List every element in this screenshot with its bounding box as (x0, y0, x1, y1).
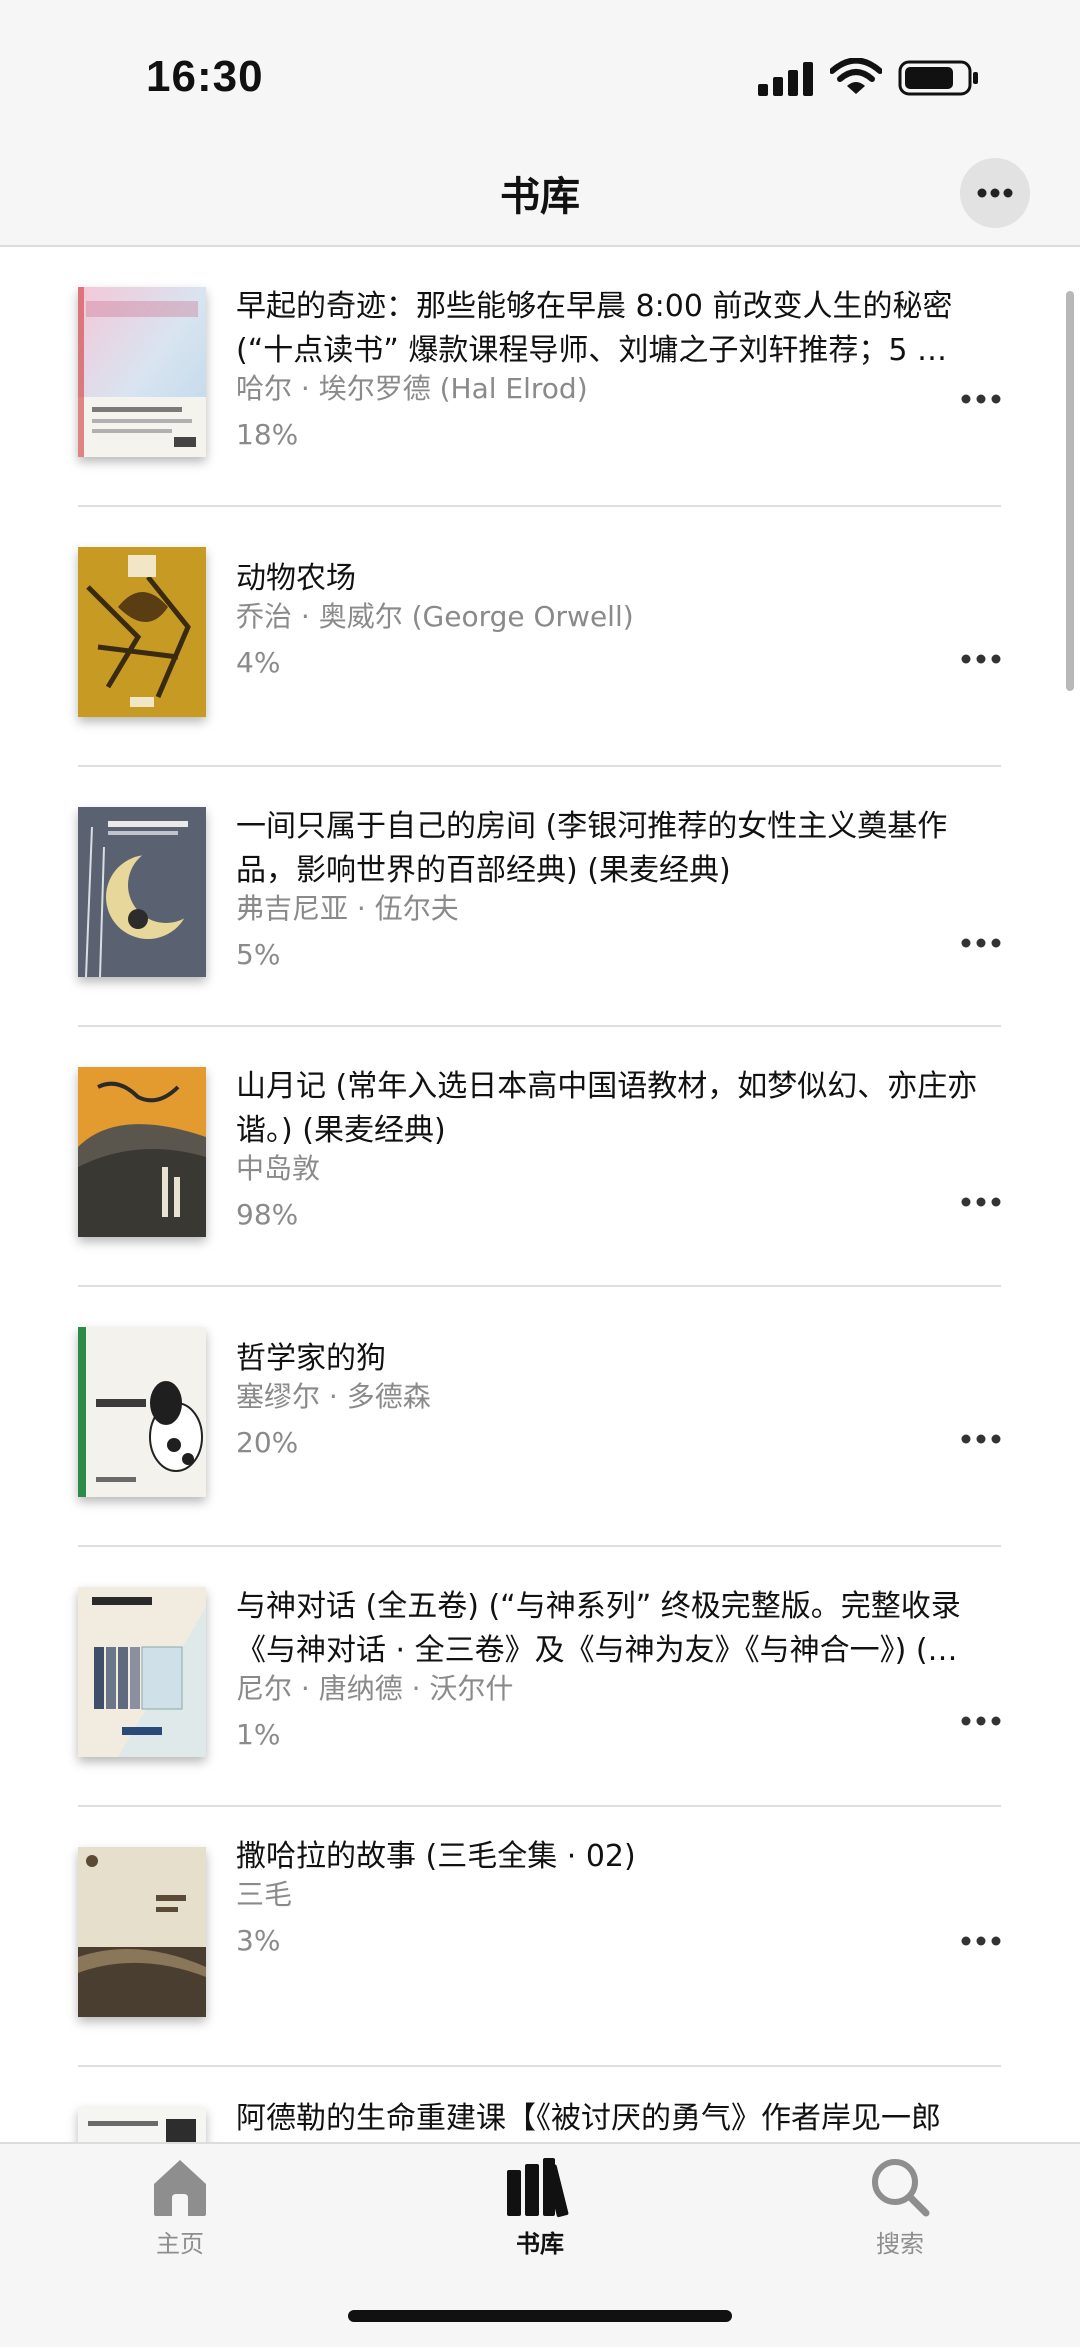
book-title: 与神对话 (全五卷) (“与神系列” 终极完整版。完整收录《与神对话 · 全三卷… (236, 1589, 961, 1668)
book-cover (78, 1587, 206, 1757)
book-cover-art (78, 807, 206, 977)
reading-progress: 20% (236, 1426, 299, 1459)
book-more-icon[interactable] (961, 1433, 1001, 1445)
book-more-icon[interactable] (961, 653, 1001, 665)
tab-home[interactable]: 主页 (100, 2156, 260, 2259)
reading-progress: 5% (236, 938, 281, 971)
tab-library[interactable]: 书库 (460, 2156, 620, 2259)
book-title: 山月记 (常年入选日本高中国语教材，如梦似幻、亦庄亦谐。) (果麦经典) (236, 1069, 978, 1148)
book-cover (78, 287, 206, 457)
status-time: 16:30 (146, 52, 264, 101)
book-title: 哲学家的狗 (236, 1341, 386, 1376)
book-cover (78, 1847, 206, 2017)
book-author: 哈尔 · 埃尔罗德 (Hal Elrod) (236, 372, 588, 405)
home-icon (154, 2160, 206, 2216)
book-cover-art (78, 1847, 206, 2017)
book-more-icon[interactable] (961, 1715, 1001, 1727)
book-author: 乔治 · 奥威尔 (George Orwell) (236, 600, 634, 633)
book-more-icon[interactable] (961, 393, 1001, 405)
nav-bar: 书库 (0, 140, 1080, 247)
book-author: 中岛敦 (236, 1152, 321, 1185)
reading-progress: 1% (236, 1718, 281, 1751)
book-cover-art (78, 1587, 206, 1757)
page-title: 书库 (500, 174, 580, 220)
book-cover-art (78, 287, 206, 457)
book-item[interactable]: 与神对话 (全五卷) (“与神系列” 终极完整版。完整收录《与神对话 · 全三卷… (78, 1547, 1001, 1807)
book-cover (78, 547, 206, 717)
book-cover (78, 1327, 206, 1497)
book-author: 弗吉尼亚 · 伍尔夫 (236, 892, 459, 925)
book-item[interactable]: 阿德勒的生命重建课【《被讨厌的勇气》作者岸见一郎 (78, 2067, 1001, 2142)
book-more-icon[interactable] (961, 1196, 1001, 1208)
book-item[interactable]: 动物农场 乔治 · 奥威尔 (George Orwell) 4% (78, 507, 1001, 767)
book-item[interactable]: 山月记 (常年入选日本高中国语教材，如梦似幻、亦庄亦谐。) (果麦经典) 中岛敦… (78, 1027, 1001, 1287)
reading-progress: 4% (236, 646, 281, 679)
tab-library-label: 书库 (516, 2230, 564, 2258)
book-author: 三毛 (236, 1878, 293, 1911)
book-cover-art (78, 547, 206, 717)
ellipsis-icon (977, 188, 1013, 198)
tab-search[interactable]: 搜索 (820, 2156, 980, 2259)
scrollbar[interactable] (1066, 291, 1074, 691)
book-list[interactable]: 早起的奇迹：那些能够在早晨 8:00 前改变人生的秘密 (“十点读书” 爆款课程… (0, 247, 1080, 2142)
book-title: 阿德勒的生命重建课【《被讨厌的勇气》作者岸见一郎 (236, 2101, 941, 2136)
book-cover-art (78, 1327, 206, 1497)
book-item[interactable]: 一间只属于自己的房间 (李银河推荐的女性主义奠基作品，影响世界的百部经典) (果… (78, 767, 1001, 1027)
home-indicator (348, 2310, 732, 2322)
reading-progress: 98% (236, 1198, 299, 1231)
book-item[interactable]: 哲学家的狗 塞缪尔 · 多德森 20% (78, 1287, 1001, 1547)
library-icon (507, 2158, 569, 2218)
book-cover (78, 2107, 206, 2142)
book-title: 早起的奇迹：那些能够在早晨 8:00 前改变人生的秘密 (“十点读书” 爆款课程… (236, 289, 953, 368)
wifi-icon (830, 58, 882, 94)
book-author: 尼尔 · 唐纳德 · 沃尔什 (236, 1672, 514, 1705)
search-icon (872, 2159, 930, 2217)
book-title: 动物农场 (236, 561, 356, 596)
tab-home-label: 主页 (156, 2230, 204, 2258)
cellular-signal-icon (758, 62, 813, 96)
reading-progress: 3% (236, 1924, 281, 1957)
book-item[interactable]: 早起的奇迹：那些能够在早晨 8:00 前改变人生的秘密 (“十点读书” 爆款课程… (78, 247, 1001, 507)
book-more-icon[interactable] (961, 1935, 1001, 1947)
book-title: 一间只属于自己的房间 (李银河推荐的女性主义奠基作品，影响世界的百部经典) (果… (236, 809, 948, 888)
status-bar: 16:30 (0, 0, 1080, 140)
tab-search-label: 搜索 (876, 2230, 924, 2258)
battery-icon (898, 60, 978, 96)
book-title: 撒哈拉的故事 (三毛全集 · 02) (236, 1839, 636, 1874)
book-author: 塞缪尔 · 多德森 (236, 1380, 431, 1413)
more-options-button[interactable] (960, 158, 1030, 228)
book-cover-art (78, 2107, 206, 2142)
book-item[interactable]: 撒哈拉的故事 (三毛全集 · 02) 三毛 3% (78, 1807, 1001, 2067)
book-cover (78, 1067, 206, 1237)
book-more-icon[interactable] (961, 937, 1001, 949)
book-cover (78, 807, 206, 977)
reading-progress: 18% (236, 418, 299, 451)
book-cover-art (78, 1067, 206, 1237)
